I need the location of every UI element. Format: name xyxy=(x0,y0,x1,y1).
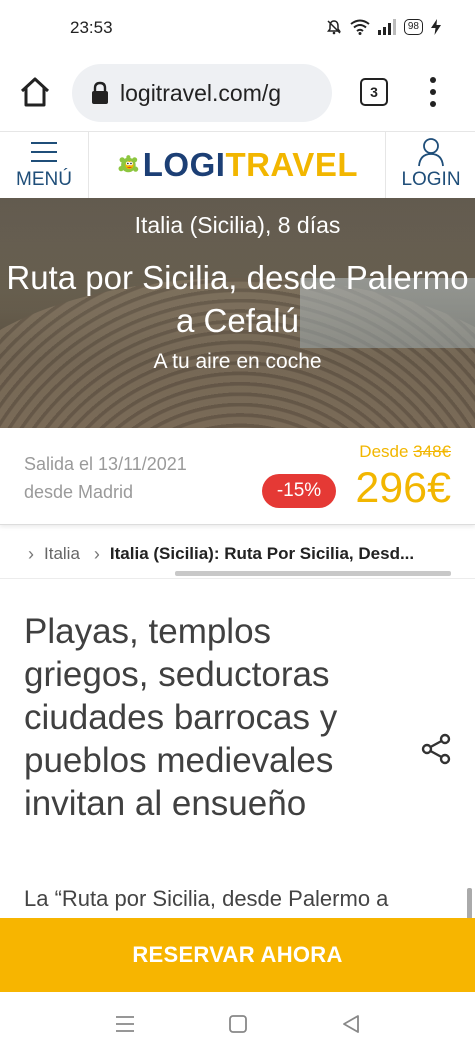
price-bar: Salida el 13/11/2021 desde Madrid Desde … xyxy=(0,428,475,525)
discount-badge: -15% xyxy=(262,474,336,508)
home-icon[interactable] xyxy=(228,1014,248,1034)
wifi-icon xyxy=(350,19,370,35)
menu-button[interactable]: MENÚ xyxy=(0,132,89,198)
page-scrollbar[interactable] xyxy=(467,888,472,920)
system-nav-bar xyxy=(0,992,475,1056)
mute-icon xyxy=(326,20,341,35)
logitravel-logo[interactable]: LOGITRAVEL xyxy=(118,142,358,188)
breadcrumb-item-current[interactable]: Italia (Sicilia): Ruta Por Sicilia, Desd… xyxy=(110,544,414,564)
divider xyxy=(0,578,475,579)
current-price: 296€ xyxy=(355,464,451,512)
hero-subtitle: Italia (Sicilia), 8 días xyxy=(134,212,341,238)
browser-home-icon[interactable] xyxy=(18,75,52,109)
hero-banner: Italia (Sicilia), 8 días Ruta por Sicili… xyxy=(0,198,475,428)
chevron-right-icon: › xyxy=(28,543,34,564)
departure-origin: desde Madrid xyxy=(24,482,134,502)
url-text: logitravel.com/g xyxy=(120,79,282,106)
breadcrumb-scrollbar[interactable] xyxy=(175,571,451,576)
hamburger-icon xyxy=(31,142,57,162)
login-button[interactable]: LOGIN xyxy=(385,132,475,198)
desde-label: Desde 348€ xyxy=(359,442,451,462)
reserve-now-button[interactable]: RESERVAR AHORA xyxy=(0,918,475,992)
address-bar[interactable]: logitravel.com/g xyxy=(72,64,332,122)
status-time: 23:53 xyxy=(70,18,113,37)
charging-icon xyxy=(431,19,441,35)
old-price: 348€ xyxy=(413,442,451,461)
back-icon[interactable] xyxy=(340,1014,362,1034)
signal-icon xyxy=(377,19,396,35)
more-options-icon[interactable] xyxy=(424,74,442,110)
status-bar: 23:53 98 xyxy=(0,0,475,58)
logo-text-logi: LOGI xyxy=(142,146,226,183)
share-icon[interactable] xyxy=(420,733,452,765)
menu-label: MENÚ xyxy=(16,169,72,190)
site-header: MENÚ LOGITRAVEL LOGIN xyxy=(0,131,475,199)
breadcrumb-item-italia[interactable]: Italia xyxy=(44,544,80,564)
tab-switcher-button[interactable]: 3 xyxy=(360,78,388,106)
desde-text: Desde xyxy=(359,442,409,461)
battery-indicator: 98 xyxy=(403,19,423,35)
login-label: LOGIN xyxy=(401,169,461,190)
departure-date: Salida el 13/11/2021 xyxy=(24,454,187,474)
chevron-right-icon: › xyxy=(93,543,100,564)
hero-tagline: A tu aire en coche xyxy=(153,350,322,373)
browser-toolbar: logitravel.com/g 3 xyxy=(0,58,475,130)
breadcrumb: › Italia › Italia (Sicilia): Ruta Por Si… xyxy=(0,536,475,572)
logo-mascot-icon xyxy=(118,155,139,173)
user-icon xyxy=(418,138,444,167)
intro-paragraph: La “Ruta por Sicilia, desde Palermo a xyxy=(24,886,389,911)
recent-apps-icon[interactable] xyxy=(114,1014,136,1034)
hero-title: Ruta por Sicilia, desde Palermo a Cefalú xyxy=(6,259,469,339)
lock-icon xyxy=(92,81,108,104)
status-icons: 98 xyxy=(326,19,441,35)
main-heading: Playas, templos griegos, seductoras ciud… xyxy=(24,612,338,823)
logo-text-travel: TRAVEL xyxy=(225,146,358,183)
